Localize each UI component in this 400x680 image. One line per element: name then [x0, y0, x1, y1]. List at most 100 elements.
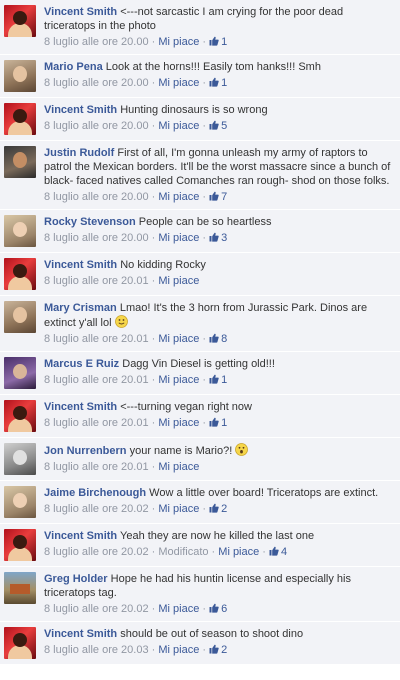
smile-emoji-icon: [114, 315, 128, 328]
comment-timestamp[interactable]: 8 luglio alle ore 20.00: [44, 77, 149, 89]
like-count[interactable]: 6: [209, 603, 227, 615]
meta-separator: ·: [148, 603, 159, 615]
selfie-avatar[interactable]: [4, 60, 36, 92]
comment-author-link[interactable]: Vincent Smith: [44, 401, 117, 413]
comment-author-link[interactable]: Vincent Smith: [44, 530, 117, 542]
comment-timestamp[interactable]: 8 luglio alle ore 20.00: [44, 191, 149, 203]
red-hat-avatar[interactable]: [4, 5, 36, 37]
red-hat-avatar[interactable]: [4, 103, 36, 135]
like-button[interactable]: Mi piace: [158, 275, 199, 287]
comment: Mary Crisman Lmao! It's the 3 horn from …: [0, 296, 400, 352]
comment-author-link[interactable]: Greg Holder: [44, 573, 108, 585]
comment-timestamp[interactable]: 8 luglio alle ore 20.00: [44, 232, 149, 244]
like-button[interactable]: Mi piace: [218, 546, 259, 558]
meta-separator: ·: [199, 374, 210, 386]
comment-timestamp[interactable]: 8 luglio alle ore 20.02: [44, 546, 149, 558]
comment-text: <---turning vegan right now: [120, 401, 252, 413]
comment-timestamp[interactable]: 8 luglio alle ore 20.01: [44, 374, 149, 386]
comment-timestamp[interactable]: 8 luglio alle ore 20.02: [44, 503, 149, 515]
like-count-number: 5: [221, 120, 228, 132]
purple-avatar[interactable]: [4, 357, 36, 389]
comment-timestamp[interactable]: 8 luglio alle ore 20.01: [44, 275, 149, 287]
comment-author-link[interactable]: Vincent Smith: [44, 628, 117, 640]
comment: Marcus E Ruiz Dagg Vin Diesel is getting…: [0, 352, 400, 395]
like-count[interactable]: 8: [209, 333, 227, 345]
thumbs-up-icon: [209, 417, 221, 429]
thumbs-up-icon: [209, 77, 221, 89]
thumbs-up-icon: [209, 503, 221, 515]
comment-timestamp[interactable]: 8 luglio alle ore 20.00: [44, 36, 149, 48]
comment-timestamp[interactable]: 8 luglio alle ore 20.01: [44, 417, 149, 429]
comment-body: Mary Crisman Lmao! It's the 3 horn from …: [44, 300, 396, 346]
like-count[interactable]: 3: [209, 232, 227, 244]
comment-timestamp[interactable]: 8 luglio alle ore 20.00: [44, 120, 149, 132]
comment-body: Vincent Smith No kidding Rocky 8 luglio a…: [44, 257, 396, 288]
comment-body: Vincent Smith Hunting dinosaurs is so wr…: [44, 102, 396, 133]
red-hat-avatar[interactable]: [4, 529, 36, 561]
like-count[interactable]: 1: [209, 417, 227, 429]
like-button[interactable]: Mi piace: [158, 461, 199, 473]
meta-separator: ·: [148, 546, 159, 558]
like-button[interactable]: Mi piace: [158, 36, 199, 48]
like-count[interactable]: 5: [209, 120, 227, 132]
like-count-number: 1: [221, 417, 228, 429]
comment-text: People can be so heartless: [138, 216, 272, 228]
comment: Justin Rudolf First of all, I'm gonna un…: [0, 141, 400, 210]
comment-body: Justin Rudolf First of all, I'm gonna un…: [44, 145, 396, 204]
like-count[interactable]: 4: [269, 546, 287, 558]
man-avatar[interactable]: [4, 146, 36, 178]
meta-separator: ·: [148, 333, 159, 345]
thumbs-up-icon: [209, 232, 221, 244]
like-count[interactable]: 1: [209, 374, 227, 386]
like-button[interactable]: Mi piace: [158, 644, 199, 656]
thumbs-up-icon: [209, 374, 221, 386]
comment-author-link[interactable]: Jon Nurrenbern: [44, 445, 127, 457]
like-button[interactable]: Mi piace: [158, 120, 199, 132]
comment-author-link[interactable]: Vincent Smith: [44, 6, 117, 18]
like-button[interactable]: Mi piace: [158, 374, 199, 386]
meta-separator: ·: [148, 417, 159, 429]
comment-author-link[interactable]: Rocky Stevenson: [44, 216, 136, 228]
comment-author-link[interactable]: Mary Crisman: [44, 302, 117, 314]
red-hat-avatar[interactable]: [4, 400, 36, 432]
meta-separator: ·: [199, 603, 210, 615]
like-button[interactable]: Mi piace: [158, 77, 199, 89]
woman-avatar[interactable]: [4, 301, 36, 333]
comment-author-link[interactable]: Vincent Smith: [44, 104, 117, 116]
outdoor-avatar[interactable]: [4, 572, 36, 604]
comment-author-link[interactable]: Mario Pena: [44, 61, 103, 73]
like-count[interactable]: 2: [209, 503, 227, 515]
like-button[interactable]: Mi piace: [158, 603, 199, 615]
like-count[interactable]: 2: [209, 644, 227, 656]
couple-avatar[interactable]: [4, 215, 36, 247]
comment-body: Marcus E Ruiz Dagg Vin Diesel is getting…: [44, 356, 396, 387]
comment-body: Vincent Smith <---turning vegan right no…: [44, 399, 396, 430]
comment-timestamp[interactable]: 8 luglio alle ore 20.01: [44, 461, 149, 473]
comment-body: Greg Holder Hope he had his huntin licen…: [44, 571, 396, 616]
like-count[interactable]: 1: [209, 36, 227, 48]
comment-timestamp[interactable]: 8 luglio alle ore 20.02: [44, 603, 149, 615]
bw-avatar[interactable]: [4, 443, 36, 475]
comment-meta: 8 luglio alle ore 20.00 · Mi piace · 3: [44, 231, 396, 245]
comment-author-link[interactable]: Vincent Smith: [44, 259, 117, 271]
comment-timestamp[interactable]: 8 luglio alle ore 20.03: [44, 644, 149, 656]
like-button[interactable]: Mi piace: [158, 232, 199, 244]
red-hat-avatar[interactable]: [4, 627, 36, 659]
family-avatar[interactable]: [4, 486, 36, 518]
modified-label[interactable]: Modificato: [158, 546, 208, 558]
comment-meta: 8 luglio alle ore 20.01 · Mi piace · 8: [44, 332, 396, 346]
comment-author-link[interactable]: Justin Rudolf: [44, 147, 114, 159]
like-count[interactable]: 1: [209, 77, 227, 89]
like-count[interactable]: 7: [209, 191, 227, 203]
thumbs-up-icon: [209, 36, 221, 48]
like-button[interactable]: Mi piace: [158, 191, 199, 203]
red-hat-avatar[interactable]: [4, 258, 36, 290]
comment-text: should be out of season to shoot dino: [120, 628, 304, 640]
comment-timestamp[interactable]: 8 luglio alle ore 20.01: [44, 333, 149, 345]
like-button[interactable]: Mi piace: [158, 503, 199, 515]
like-button[interactable]: Mi piace: [158, 417, 199, 429]
like-button[interactable]: Mi piace: [158, 333, 199, 345]
comment-author-link[interactable]: Jaime Birchenough: [44, 487, 146, 499]
comment-author-link[interactable]: Marcus E Ruiz: [44, 358, 119, 370]
comment: Vincent Smith No kidding Rocky 8 luglio a…: [0, 253, 400, 296]
